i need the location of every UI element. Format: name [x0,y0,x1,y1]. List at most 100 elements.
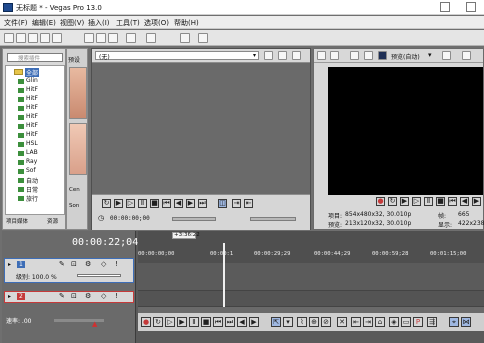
menu-view[interactable]: 视图(V) [60,18,84,28]
play-button[interactable]: ▶ [400,197,409,206]
auto-ripple-button[interactable]: ⇶ [427,317,437,327]
preview-mode-label[interactable]: 预览(自动) [391,52,420,61]
next-frame-button[interactable]: ▶ [249,317,259,327]
track-header-audio[interactable]: 2 ▸ ✎ ⊡ ⚙ ◇ ! [4,291,134,303]
play-button[interactable]: ▶ [177,317,187,327]
tree-item[interactable]: HitF [26,104,38,111]
add-to-timeline-button[interactable]: ⇥ [232,199,241,208]
snap-icon[interactable] [180,33,190,43]
rate-slider-marker-icon[interactable]: ▲ [92,320,97,328]
close-button[interactable] [466,2,476,12]
new-file-icon[interactable] [4,33,14,43]
track-mute-icon[interactable]: ◇ [101,292,106,300]
minimize-button[interactable] [440,2,450,12]
rewind-button[interactable]: ◀ [460,197,469,206]
open-folder-icon[interactable] [16,33,26,43]
tree-item[interactable]: 旅行 [26,194,38,203]
delete-button[interactable]: ✕ [337,317,347,327]
track-expand-icon[interactable]: ▸ [8,293,11,300]
tree-item[interactable]: HSL [26,140,38,147]
zoom-tool-button[interactable]: ⊕ [309,317,319,327]
overlay-icon[interactable] [364,51,373,60]
trimmer-tool-icon[interactable] [278,51,287,60]
go-to-start-button[interactable]: ⏮ [213,317,223,327]
tree-item[interactable]: HitF [26,86,38,93]
track-fx-icon[interactable]: ✎ [59,292,65,300]
record-button[interactable]: ● [141,317,151,327]
tree-item[interactable]: Ray [26,158,37,165]
track-motion-icon[interactable]: ⊡ [71,292,77,300]
preview-quality-icon[interactable] [378,51,387,60]
timeline-ruler[interactable]: +3:36:22 [138,231,484,263]
split-button[interactable]: ⊘ [321,317,331,327]
tree-item[interactable]: Glin [26,77,38,84]
region-button[interactable]: ▭ [401,317,411,327]
pause-button[interactable]: Ⅱ [138,199,147,208]
stop-button[interactable]: ■ [150,199,159,208]
redo-icon[interactable] [146,33,156,43]
tree-item[interactable]: HitF [26,95,38,102]
go-to-end-button[interactable]: ⏭ [225,317,235,327]
track-compositing-icon[interactable]: ⚙ [85,260,91,268]
normal-edit-tool-button[interactable]: ⇱ [271,317,281,327]
loop-button[interactable]: ↻ [388,197,397,206]
track-solo-icon[interactable]: ! [115,260,118,268]
stop-button[interactable]: ■ [201,317,211,327]
playhead-line[interactable] [223,243,225,307]
trim-start-button[interactable]: ⇤ [351,317,361,327]
envelope-tool-button[interactable]: ⌇ [297,317,307,327]
tab-project-media[interactable]: 项目媒体 [6,217,28,225]
trimmer-tool-icon[interactable] [264,51,273,60]
prev-frame-button[interactable]: ◀ [237,317,247,327]
chevron-down-icon[interactable]: ▾ [428,51,432,59]
menu-tools[interactable]: 工具(T) [116,18,140,28]
loop-button[interactable]: ↻ [102,199,111,208]
loop-button[interactable]: ↻ [153,317,163,327]
track-solo-icon[interactable]: ! [115,292,118,300]
pause-button[interactable]: Ⅱ [424,197,433,206]
render-icon[interactable] [40,33,50,43]
edit-tool-dropdown[interactable]: ▾ [283,317,293,327]
cut-icon[interactable] [84,33,94,43]
record-button[interactable]: ● [376,197,385,206]
split-screen-icon[interactable] [350,51,359,60]
preview-settings-icon[interactable] [317,51,326,60]
trim-end-button[interactable]: ⇥ [363,317,373,327]
track-lane-video[interactable] [138,263,484,291]
external-monitor-icon[interactable] [330,51,339,60]
save-icon[interactable] [28,33,38,43]
menu-edit[interactable]: 编辑(E) [32,18,56,28]
track-lane-audio[interactable] [138,291,484,307]
help-pointer-icon[interactable] [198,33,208,43]
prev-frame-button[interactable]: ⏮ [162,199,171,208]
trimmer-slider[interactable] [250,217,296,221]
tree-item[interactable]: 自动 [26,176,38,185]
marker-button[interactable]: ◈ [389,317,399,327]
lock-button[interactable]: ⌂ [375,317,385,327]
play-from-start-button[interactable]: ▷ [165,317,175,327]
pause-button[interactable]: Ⅱ [189,317,199,327]
tree-item[interactable]: HitF [26,131,38,138]
track-compositing-icon[interactable]: ⚙ [85,292,91,300]
tree-item[interactable]: Sof [26,167,36,174]
tab-resources[interactable]: 资源 [47,217,58,225]
media-dropdown[interactable]: (无) ▾ [95,51,259,61]
track-level-slider[interactable] [77,274,121,277]
selection-button[interactable]: ◫ [218,199,227,208]
tree-root-label[interactable]: 全部 [25,68,40,77]
preview-grid-icon[interactable] [442,51,451,60]
snapshot-icon[interactable] [462,51,471,60]
tree-item[interactable]: HitF [26,113,38,120]
undo-icon[interactable] [126,33,136,43]
trimmer-slider[interactable] [172,217,216,221]
menu-insert[interactable]: 插入(I) [88,18,110,28]
track-mute-icon[interactable]: ◇ [101,260,106,268]
forward-button[interactable]: ▶ [186,199,195,208]
forward-button[interactable]: ▶ [472,197,481,206]
paste-icon[interactable] [108,33,118,43]
snapping-button[interactable]: ⌖ [449,317,459,327]
overwrite-button[interactable]: ⇤ [244,199,253,208]
preset-thumbnail[interactable] [69,67,87,119]
track-header-video[interactable]: 1 ▸ ✎ ⊡ ⚙ ◇ ! 级别: 100.0 % [4,258,134,283]
menu-options[interactable]: 选项(O) [144,18,169,28]
